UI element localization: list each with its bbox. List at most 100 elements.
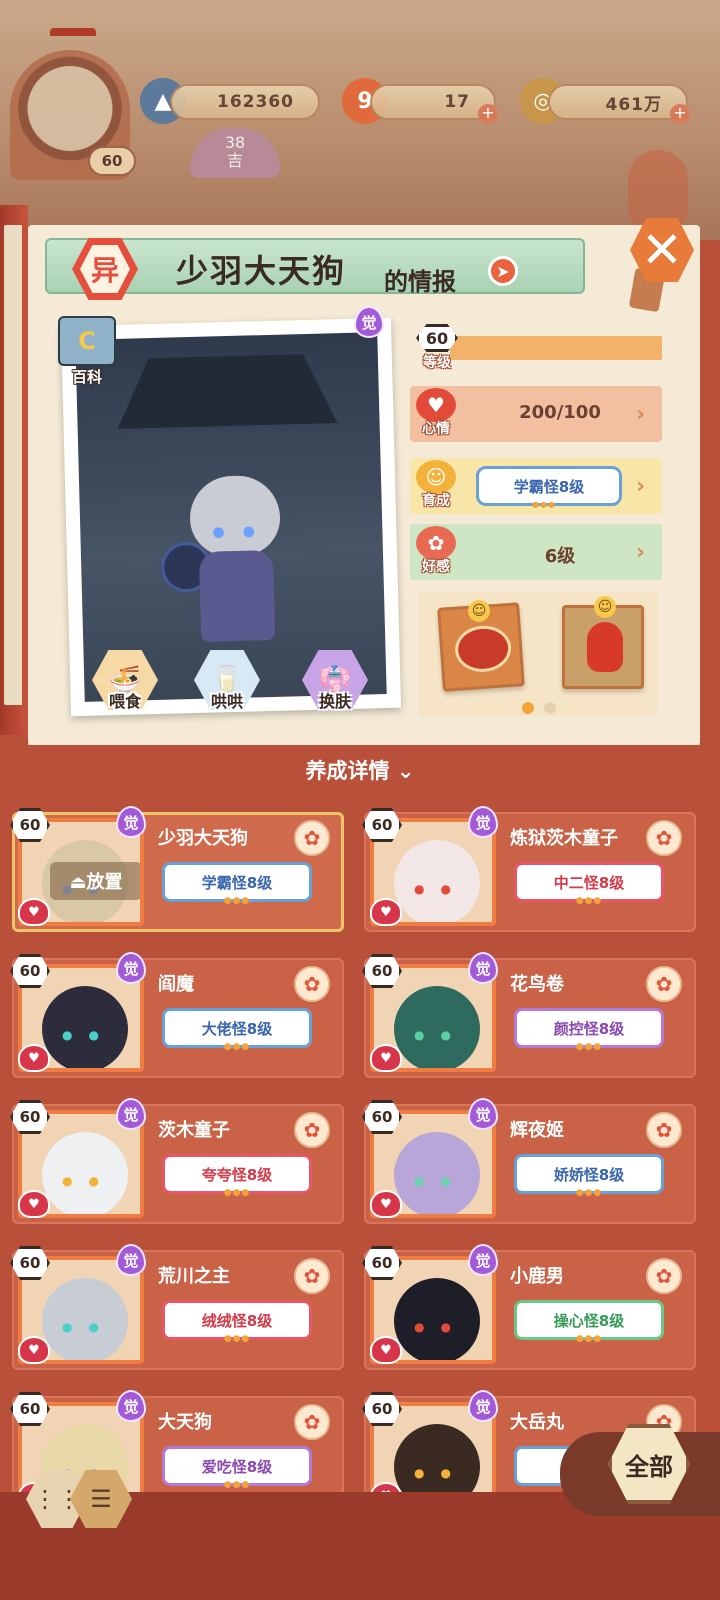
compass-icon[interactable]: ➤ — [488, 256, 518, 286]
heart-icon: ♥ — [370, 898, 402, 926]
day-count: 38 — [224, 133, 246, 152]
character-eyes: ●● — [62, 1174, 115, 1188]
shikigami-name: 少羽大天狗 — [176, 252, 347, 290]
mood-label: 心情 — [422, 421, 450, 437]
tag-stars: ●●● — [575, 1334, 603, 1344]
smiley-icon: ☺ — [594, 596, 616, 618]
flower-icon[interactable]: ✿ — [294, 1404, 330, 1440]
day-fortune: 吉 — [226, 151, 243, 170]
flower-icon[interactable]: ✿ — [294, 1112, 330, 1148]
skin-label: 换肤 — [318, 692, 351, 711]
flower-icon[interactable]: ✿ — [294, 966, 330, 1002]
awaken-badge: 觉 — [468, 952, 498, 984]
flower-icon[interactable]: ✿ — [294, 1258, 330, 1294]
affection-value: 6级 — [544, 546, 576, 567]
awaken-badge: 觉 — [468, 1244, 498, 1276]
character-eyes: ●● — [414, 1028, 467, 1042]
character-eyes: ●● — [62, 1320, 115, 1334]
page-dot[interactable] — [544, 702, 556, 714]
shikigami-card[interactable]: ●● 60 觉 ♥ 荒川之主 ✿ 绒绒怪8级 ●●● — [10, 1244, 344, 1370]
skin-button[interactable]: 👘 换肤 — [300, 650, 370, 720]
affection-label: 好感 — [422, 559, 450, 575]
category-emblem: 异 — [66, 236, 146, 302]
flower-icon[interactable]: ✿ — [294, 820, 330, 856]
heart-face-icon: ♥ — [416, 388, 456, 422]
tag-stars: ●●● — [223, 1334, 251, 1344]
shikigami-name: 大岳丸 — [510, 1412, 564, 1433]
growth-label: 育成 — [422, 493, 450, 509]
feed-label: 喂食 — [108, 692, 141, 711]
affection-chevron-icon: › — [636, 540, 646, 565]
character-eyes: ●● — [414, 1320, 467, 1334]
heart-icon: ♥ — [18, 1190, 50, 1218]
book-spine — [0, 205, 28, 735]
shikigami-name: 大天狗 — [158, 1412, 212, 1433]
tag-stars: ●●● — [223, 1480, 251, 1490]
shikigami-name: 花鸟卷 — [510, 974, 564, 995]
page-dot-active[interactable] — [522, 702, 534, 714]
character-eyes: ●● — [414, 1466, 467, 1480]
heart-icon: ♥ — [18, 898, 50, 926]
shikigami-card[interactable]: ●● 60 觉 ♥ 辉夜姬 ✿ 娇娇怪8级 ●●● — [362, 1098, 696, 1224]
tag-stars: ●●● — [575, 1042, 603, 1052]
level-value: 60 — [416, 324, 458, 352]
level-bar — [450, 336, 662, 360]
shikigami-card[interactable]: ●● 60 觉 ♥ 花鸟卷 ✿ 颜控怪8级 ●●● — [362, 952, 696, 1078]
awaken-badge: 觉 — [116, 1244, 146, 1276]
shikigami-name: 辉夜姬 — [510, 1120, 564, 1141]
heart-icon: ♥ — [370, 1190, 402, 1218]
heart-icon: ♥ — [18, 1336, 50, 1364]
flower-icon[interactable]: ✿ — [646, 1112, 682, 1148]
shikigami-name: 小鹿男 — [510, 1266, 564, 1287]
add-coin-button[interactable]: + — [670, 104, 690, 124]
awaken-badge: 觉 — [354, 306, 384, 338]
double-chevron-down-icon: ⌄ — [396, 759, 415, 783]
day-fan[interactable]: 38 吉 — [190, 128, 280, 178]
awaken-badge: 觉 — [116, 952, 146, 984]
flower-icon[interactable]: ✿ — [646, 1258, 682, 1294]
awaken-badge: 觉 — [116, 1098, 146, 1130]
heart-icon: ♥ — [370, 1044, 402, 1072]
title-suffix: 的情报 — [384, 268, 456, 296]
heart-icon: ♥ — [18, 1044, 50, 1072]
flower-icon[interactable]: ✿ — [646, 820, 682, 856]
encyclopedia-button[interactable]: C 百科 — [52, 316, 122, 396]
character-eyes: ●● — [414, 1174, 467, 1188]
heart-icon: ♥ — [370, 1336, 402, 1364]
mood-stat: ♥ 心情 — [412, 388, 460, 438]
feed-button[interactable]: 🍜 喂食 — [90, 650, 160, 720]
mood-chevron-icon: › — [636, 402, 646, 427]
awaken-badge: 觉 — [468, 1098, 498, 1130]
shikigami-name: 炼狱茨木童子 — [510, 828, 618, 849]
add-magatama-button[interactable]: + — [478, 104, 498, 124]
tag-stars: ●●● — [575, 896, 603, 906]
encyclopedia-label: 百科 — [71, 368, 102, 386]
hotpot-icon — [453, 623, 513, 674]
flower-icon: ✿ — [416, 526, 456, 560]
shikigami-card[interactable]: ●●⏏放置60觉♥少羽大天狗✿学霸怪8级●●● — [10, 806, 344, 932]
shikigami-name: 阎魔 — [158, 974, 194, 995]
growth-stars: ●●● — [532, 500, 556, 509]
mood-value: 200/100 — [519, 402, 601, 423]
shikigami-card[interactable]: ●● 60 觉 ♥ 阎魔 ✿ 大佬怪8级 ●●● — [10, 952, 344, 1078]
torii-icon — [50, 28, 96, 56]
tag-stars: ●●● — [223, 1188, 251, 1198]
level-label: 等级 — [423, 355, 451, 371]
tag-stars: ●●● — [223, 896, 251, 906]
detail-header[interactable]: 养成详情 ⌄ — [0, 745, 720, 797]
smiley-icon: ☺ — [416, 460, 456, 494]
detail-header-label: 养成详情 — [305, 759, 390, 783]
shikigami-card[interactable]: ●● 60 觉 ♥ 茨木童子 ✿ 夸夸怪8级 ●●● — [10, 1098, 344, 1224]
shikigami-card[interactable]: ●● 60 觉 ♥ 小鹿男 ✿ 操心怪8级 ●●● — [362, 1244, 696, 1370]
shikigami-name: 茨木童子 — [158, 1120, 230, 1141]
resource-bar-3: 461万 — [548, 84, 688, 120]
player-level-badge[interactable]: 60 — [88, 146, 136, 176]
tag-stars: ●●● — [223, 1042, 251, 1052]
comfort-button[interactable]: 🥛 哄哄 — [192, 650, 262, 720]
flower-icon[interactable]: ✿ — [646, 966, 682, 1002]
level-indicator: 60 等级 — [412, 324, 462, 372]
tag-stars: ●●● — [575, 1188, 603, 1198]
comfort-label: 哄哄 — [210, 692, 243, 711]
place-button[interactable]: ⏏放置 — [50, 862, 140, 900]
shikigami-card[interactable]: ●● 60 觉 ♥ 炼狱茨木童子 ✿ 中二怪8级 ●●● — [362, 806, 696, 932]
